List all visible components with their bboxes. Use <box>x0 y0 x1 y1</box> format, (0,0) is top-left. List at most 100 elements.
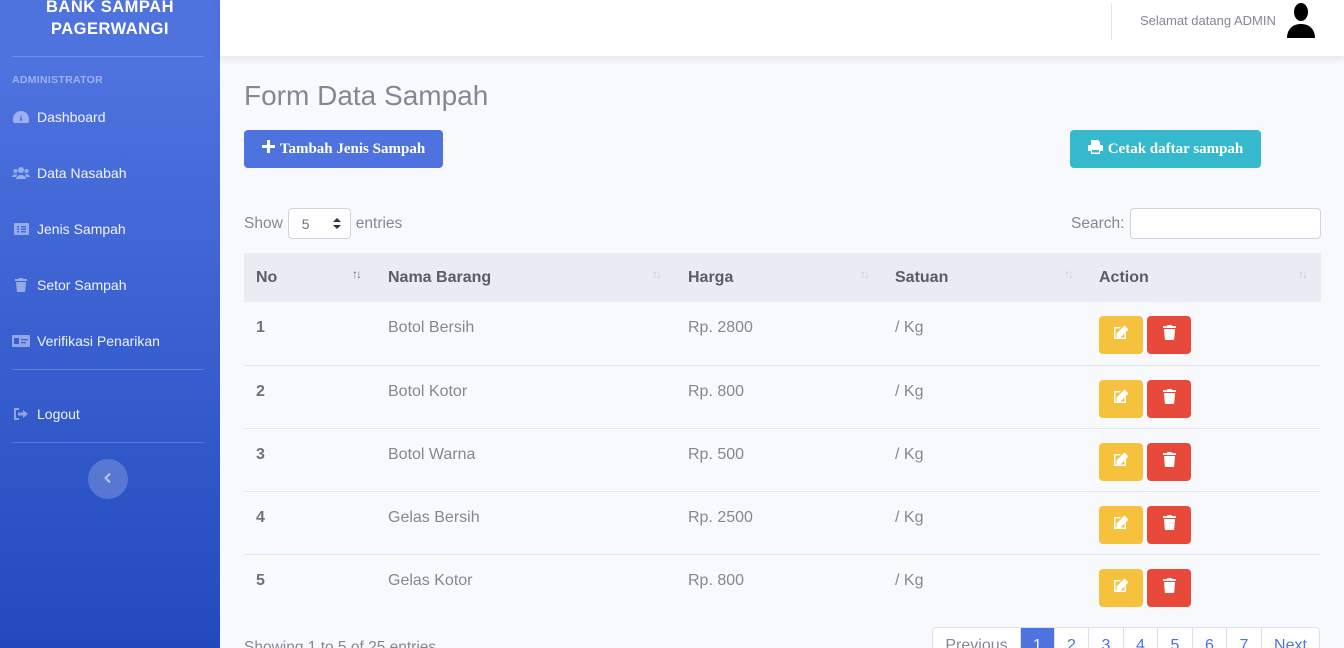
pagination-page-1[interactable]: 1 <box>1020 628 1054 648</box>
sidebar-item-setor-sampah[interactable]: Setor Sampah <box>0 265 220 305</box>
sidebar-item-label: Data Nasabah <box>37 165 127 181</box>
column-header-satuan[interactable]: Satuan <box>895 253 948 302</box>
sidebar-divider <box>12 442 204 443</box>
trash-icon <box>1162 515 1176 535</box>
sidebar-item-label: Logout <box>37 406 80 422</box>
brand-line-2: PAGERWANGI <box>50 20 170 38</box>
show-label: Show <box>244 214 283 232</box>
sidebar-item-label: Setor Sampah <box>37 277 127 293</box>
sort-icon: ↑↓ <box>1064 267 1074 281</box>
select-arrows-icon <box>332 216 341 232</box>
sidebar-item-verifikasi-penarikan[interactable]: Verifikasi Penarikan <box>0 321 220 361</box>
delete-button[interactable] <box>1147 316 1191 354</box>
delete-button[interactable] <box>1147 443 1191 481</box>
list-alt-icon <box>12 222 30 236</box>
cell-satuan: / Kg <box>895 572 924 589</box>
user-silhouette-icon[interactable] <box>1286 2 1316 38</box>
column-header-nama-barang[interactable]: Nama Barang <box>388 253 491 302</box>
cell-satuan: / Kg <box>895 446 924 463</box>
sidebar: BANK SAMPAH PAGERWANGI ADMINISTRATOR Das… <box>0 0 220 648</box>
page-length-value: 5 <box>301 215 310 232</box>
cell-nama-barang: Botol Warna <box>388 446 476 463</box>
pagination-page-3[interactable]: 3 <box>1088 628 1123 648</box>
cell-satuan: / Kg <box>895 319 924 336</box>
trash-icon <box>1162 389 1176 409</box>
pagination-page-2[interactable]: 2 <box>1054 628 1088 648</box>
sidebar-heading: ADMINISTRATOR <box>12 74 104 86</box>
table-row: 5 Gelas Kotor Rp. 800 / Kg <box>244 554 1321 617</box>
delete-button[interactable] <box>1147 569 1191 607</box>
print-icon <box>1087 139 1108 159</box>
search-input[interactable] <box>1130 208 1322 239</box>
edit-icon <box>1113 515 1130 535</box>
column-header-no[interactable]: No <box>256 253 277 302</box>
pagination-page-6[interactable]: 6 <box>1192 628 1226 648</box>
cell-satuan: / Kg <box>895 383 924 400</box>
cell-harga: Rp. 800 <box>688 383 745 400</box>
edit-button[interactable] <box>1099 316 1143 354</box>
edit-icon <box>1113 389 1130 409</box>
pagination-page-4[interactable]: 4 <box>1123 628 1157 648</box>
users-icon <box>12 166 30 180</box>
welcome-text[interactable]: Selamat datang ADMIN <box>1140 13 1276 28</box>
edit-button[interactable] <box>1099 506 1143 544</box>
edit-icon <box>1113 452 1130 472</box>
column-header-harga[interactable]: Harga <box>688 253 733 302</box>
pagination-page-7[interactable]: 7 <box>1226 628 1261 648</box>
cell-harga: Rp. 800 <box>688 572 745 589</box>
delete-button[interactable] <box>1147 380 1191 418</box>
edit-icon <box>1113 578 1130 598</box>
column-header-action[interactable]: Action <box>1099 253 1149 302</box>
pagination: Previous 1 2 3 4 5 6 7 Next <box>932 627 1320 648</box>
edit-button[interactable] <box>1099 443 1143 481</box>
page-title: Form Data Sampah <box>244 80 489 111</box>
sidebar-brand[interactable]: BANK SAMPAH PAGERWANGI <box>0 0 220 40</box>
sidebar-item-dashboard[interactable]: Dashboard <box>0 97 220 137</box>
topbar-divider <box>1111 3 1112 40</box>
cell-no: 4 <box>256 509 265 526</box>
sidebar-item-label: Verifikasi Penarikan <box>37 333 160 349</box>
sidebar-item-jenis-sampah[interactable]: Jenis Sampah <box>0 209 220 249</box>
table-info: Showing 1 to 5 of 25 entries <box>244 639 437 648</box>
edit-button[interactable] <box>1099 380 1143 418</box>
cell-nama-barang: Botol Bersih <box>388 319 475 336</box>
cell-nama-barang: Gelas Bersih <box>388 509 480 526</box>
pagination-previous[interactable]: Previous <box>933 628 1020 648</box>
table-header: No ↑↓ Nama Barang ↑↓ Harga ↑↓ Satuan ↑↓ … <box>244 253 1321 302</box>
cell-nama-barang: Botol Kotor <box>388 383 468 400</box>
sort-icon: ↑↓ <box>652 267 662 281</box>
print-button-label: Cetak daftar sampah <box>1107 140 1244 157</box>
topbar: Selamat datang ADMIN <box>220 0 1344 56</box>
table-body: 1 Botol Bersih Rp. 2800 / Kg 2 Botol Kot… <box>244 302 1321 617</box>
sidebar-divider <box>12 56 204 57</box>
page-length-select[interactable]: 5 <box>287 208 351 239</box>
cell-harga: Rp. 2500 <box>688 509 753 526</box>
sidebar-item-data-nasabah[interactable]: Data Nasabah <box>0 153 220 193</box>
table-search: Search: <box>1071 208 1322 239</box>
cell-nama-barang: Gelas Kotor <box>388 572 473 589</box>
sidebar-divider <box>12 369 204 370</box>
sidebar-item-logout[interactable]: Logout <box>0 394 220 434</box>
add-button-label: Tambah Jenis Sampah <box>279 140 426 157</box>
table-row: 4 Gelas Bersih Rp. 2500 / Kg <box>244 491 1321 554</box>
add-jenis-sampah-button[interactable]: Tambah Jenis Sampah <box>244 130 443 168</box>
cell-harga: Rp. 500 <box>688 446 745 463</box>
page-length-control: Show 5 entries <box>244 208 402 239</box>
cell-no: 2 <box>256 383 265 400</box>
print-list-button[interactable]: Cetak daftar sampah <box>1070 130 1261 168</box>
cell-no: 5 <box>256 572 265 589</box>
delete-button[interactable] <box>1147 506 1191 544</box>
cell-harga: Rp. 2800 <box>688 319 753 336</box>
pagination-next[interactable]: Next <box>1261 628 1319 648</box>
sidebar-toggle-button[interactable] <box>88 459 128 499</box>
pagination-page-5[interactable]: 5 <box>1157 628 1192 648</box>
trash-icon <box>1162 325 1176 345</box>
trash-icon <box>1162 578 1176 598</box>
table-row: 1 Botol Bersih Rp. 2800 / Kg <box>244 302 1321 365</box>
data-table: No ↑↓ Nama Barang ↑↓ Harga ↑↓ Satuan ↑↓ … <box>244 253 1321 617</box>
table-row: 3 Botol Warna Rp. 500 / Kg <box>244 428 1321 491</box>
sidebar-item-label: Dashboard <box>37 109 106 125</box>
plus-icon <box>261 140 280 158</box>
edit-button[interactable] <box>1099 569 1143 607</box>
trash-icon <box>1162 452 1176 472</box>
